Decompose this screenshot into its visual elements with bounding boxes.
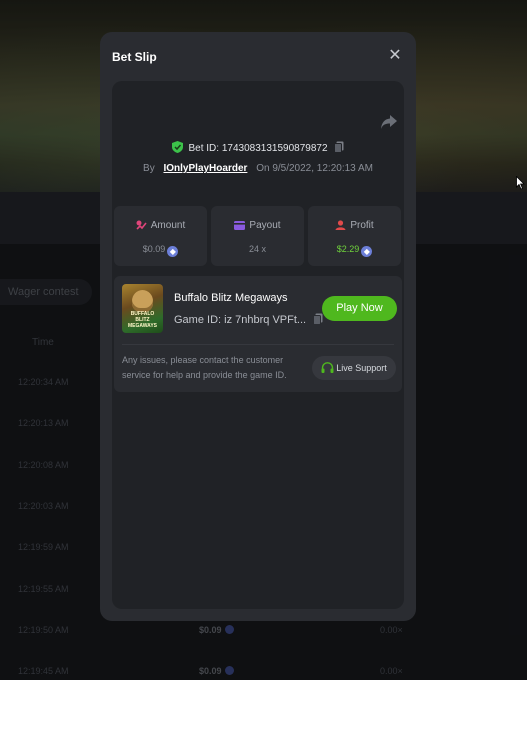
amount-value-row: $0.09 ◆ — [114, 244, 207, 257]
share-icon[interactable] — [380, 114, 400, 134]
shield-check-icon — [171, 141, 183, 156]
play-now-button[interactable]: Play Now — [322, 296, 397, 321]
headset-icon — [321, 362, 334, 373]
eth-icon: ◆ — [361, 246, 373, 257]
game-id-value: iz 7nhbrq VPFt... — [224, 314, 307, 326]
app-viewport: Wager contest Time 12:20:34 AM 12:20:13 … — [0, 0, 527, 680]
buffalo-image — [132, 290, 153, 312]
user-icon — [335, 220, 346, 230]
copy-icon[interactable] — [334, 141, 344, 156]
divider — [122, 344, 394, 345]
by-label: By — [143, 163, 155, 174]
stat-amount: Amount $0.09 ◆ — [114, 206, 207, 266]
game-id-label: Game ID: — [174, 314, 222, 326]
thumb-logo-text: BUFFALO BLITZ MEGAWAYS — [128, 311, 157, 329]
card-icon — [234, 221, 246, 230]
modal-title: Bet Slip — [112, 50, 157, 64]
stat-payout: Payout 24 x — [211, 206, 304, 266]
game-id-row: Game ID: iz 7nhbrq VPFt... — [174, 313, 323, 328]
username-link[interactable]: IOnlyPlayHoarder — [163, 163, 247, 174]
bet-card: Bet ID: 174308313159087987​2 By IOnlyPla… — [112, 81, 404, 609]
wallet-icon — [136, 220, 147, 230]
on-label: On — [256, 163, 270, 174]
profit-label: Profit — [350, 220, 374, 231]
game-thumbnail[interactable]: BUFFALO BLITZ MEGAWAYS — [122, 284, 163, 333]
close-icon[interactable]: ✕ — [386, 47, 404, 65]
game-panel: BUFFALO BLITZ MEGAWAYS Buffalo Blitz Meg… — [114, 276, 402, 392]
game-name: Buffalo Blitz Megaways — [174, 292, 288, 304]
amount-label: Amount — [150, 220, 186, 231]
bet-datetime: 9/5/2022, 12:20:13 AM — [272, 163, 373, 174]
bet-id-value: 174308313159087987​2 — [221, 143, 328, 154]
profit-value: $2.29 — [336, 244, 360, 254]
profit-value-row: $2.29 ◆ — [308, 244, 401, 257]
live-support-label: Live Support — [336, 363, 387, 373]
payout-value: 24 x — [248, 244, 266, 254]
bet-meta-row: By IOnlyPlayHoarder On 9/5/2022, 12:20:1… — [112, 163, 404, 174]
live-support-button[interactable]: Live Support — [312, 356, 396, 380]
copy-icon[interactable] — [313, 313, 323, 328]
bet-id-label: Bet ID: — [188, 143, 220, 154]
help-text: Any issues, please contact the customer … — [122, 355, 287, 380]
bet-id-row: Bet ID: 174308313159087987​2 — [112, 141, 404, 156]
eth-icon: ◆ — [167, 246, 179, 257]
mouse-cursor-icon — [516, 175, 525, 195]
stat-profit: Profit $2.29 ◆ — [308, 206, 401, 266]
payout-label: Payout — [249, 220, 281, 231]
amount-value: $0.09 — [142, 244, 166, 254]
bet-slip-modal: Bet Slip ✕ Bet ID: 174308313159087987​2 … — [100, 32, 416, 621]
